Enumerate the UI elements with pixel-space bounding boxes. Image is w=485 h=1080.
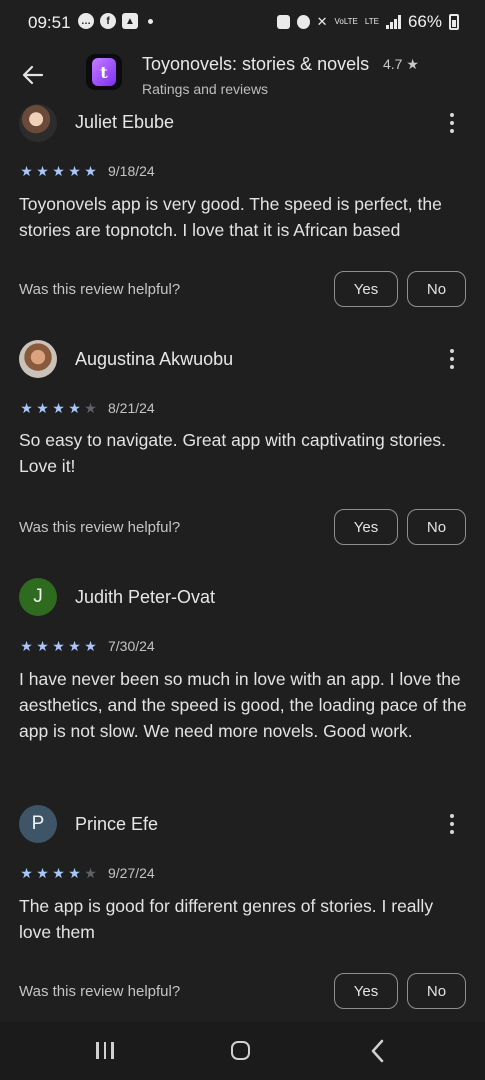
review-date: 9/27/24 (108, 865, 155, 881)
helpful-question: Was this review helpful? (19, 519, 181, 536)
helpful-row: Was this review helpful? Yes No (0, 973, 485, 1011)
star-icon: ★ (68, 400, 81, 416)
gallery-icon: ▲ (122, 13, 138, 29)
review-header: Juliet Ebube (0, 104, 485, 144)
facebook-icon: f (100, 13, 116, 29)
mute-icon: ✕ (316, 14, 328, 29)
back-nav-button[interactable] (366, 1038, 390, 1064)
review-text: Toyonovels app is very good. The speed i… (19, 194, 442, 240)
star-icon: ★ (20, 400, 33, 416)
status-bar: 09:51 … f ▲ ✕ VoLTE LTE 66% (0, 0, 485, 44)
star-icon: ★ (36, 400, 49, 416)
review-date: 7/30/24 (108, 638, 155, 654)
review-header: Augustina Akwuobu (0, 340, 485, 380)
review-text: So easy to navigate. Great app with capt… (19, 430, 447, 476)
review-meta: ★ ★ ★ ★ ★ 9/27/24 (19, 863, 155, 883)
avatar: P (19, 805, 57, 843)
star-icon: ★ (36, 163, 49, 179)
review-date: 8/21/24 (108, 400, 155, 416)
review-text: I have never been so much in love with a… (19, 669, 467, 741)
more-options-button[interactable] (440, 809, 464, 839)
system-nav-bar (0, 1022, 485, 1080)
page-subtitle: Ratings and reviews (142, 81, 269, 97)
review-text: The app is good for different genres of … (19, 896, 434, 942)
review-meta: ★ ★ ★ ★ ★ 8/21/24 (19, 398, 155, 418)
star-icon: ★ (52, 865, 65, 881)
helpful-row: Was this review helpful? Yes No (0, 271, 485, 309)
helpful-yes-button[interactable]: Yes (334, 509, 398, 545)
star-icon: ★ (68, 638, 81, 654)
star-rating: ★ ★ ★ ★ ★ (19, 401, 98, 415)
star-icon: ★ (84, 400, 97, 416)
app-title: Toyonovels: stories & novels (142, 54, 370, 74)
signal-icon (385, 15, 401, 29)
arrow-left-icon (22, 65, 44, 85)
star-icon: ★ (52, 638, 65, 654)
star-icon: ★ (20, 865, 33, 881)
notification-icons: … f ▲ (78, 13, 153, 29)
helpful-no-button[interactable]: No (407, 973, 466, 1009)
star-icon: ★ (20, 638, 33, 654)
star-icon: ★ (84, 865, 97, 881)
app-icon-letter: t (92, 58, 116, 86)
helpful-no-button[interactable]: No (407, 271, 466, 307)
star-rating: ★ ★ ★ ★ ★ (19, 164, 98, 178)
helpful-question: Was this review helpful? (19, 983, 181, 1000)
star-icon: ★ (52, 163, 65, 179)
home-button[interactable] (231, 1041, 250, 1060)
recent-apps-button[interactable] (96, 1042, 114, 1059)
alarm-icon (296, 15, 310, 29)
review-header: P Prince Efe (0, 805, 485, 845)
app-rating: 4.7 ★ (383, 56, 419, 72)
review-meta: ★ ★ ★ ★ ★ 9/18/24 (19, 161, 155, 181)
more-notifications-icon (148, 18, 153, 24)
star-icon: ★ (84, 163, 97, 179)
messenger-icon: … (78, 13, 94, 29)
review-date: 9/18/24 (108, 163, 155, 179)
more-options-button[interactable] (440, 344, 464, 374)
nfc-icon (276, 15, 290, 29)
review-meta: ★ ★ ★ ★ ★ 7/30/24 (19, 636, 155, 656)
back-button[interactable] (16, 58, 50, 92)
app-icon: t (86, 54, 122, 90)
lte-indicator: LTE (364, 17, 379, 26)
helpful-row: Was this review helpful? Yes No (0, 509, 485, 547)
helpful-no-button[interactable]: No (407, 509, 466, 545)
reviewer-name: Prince Efe (75, 814, 159, 834)
helpful-question: Was this review helpful? (19, 281, 181, 298)
star-icon: ★ (84, 638, 97, 654)
reviews-list[interactable]: Juliet Ebube ★ ★ ★ ★ ★ 9/18/24 Toyonovels ap… (0, 104, 485, 1022)
battery-percent: 66% (407, 12, 442, 31)
review-header: J Judith Peter-Ovat (0, 578, 485, 618)
star-icon: ★ (36, 865, 49, 881)
star-icon: ★ (68, 163, 81, 179)
reviewer-name: Judith Peter-Ovat (75, 587, 216, 607)
star-icon: ★ (36, 638, 49, 654)
reviewer-name: Juliet Ebube (75, 112, 175, 132)
helpful-yes-button[interactable]: Yes (334, 271, 398, 307)
status-time: 09:51 (28, 13, 71, 32)
star-icon: ★ (52, 400, 65, 416)
star-icon: ★ (20, 163, 33, 179)
star-icon: ★ (68, 865, 81, 881)
star-rating: ★ ★ ★ ★ ★ (19, 866, 98, 880)
app-bar: t Toyonovels: stories & novels 4.7 ★ Rat… (0, 44, 485, 104)
reviewer-name: Augustina Akwuobu (75, 349, 234, 369)
star-rating: ★ ★ ★ ★ ★ (19, 639, 98, 653)
avatar: J (19, 578, 57, 616)
system-icons: ✕ VoLTE LTE 66% (276, 12, 459, 32)
more-options-button[interactable] (440, 108, 464, 138)
volte-indicator: VoLTE (334, 17, 358, 26)
avatar (19, 340, 57, 378)
avatar (19, 104, 57, 142)
helpful-yes-button[interactable]: Yes (334, 973, 398, 1009)
battery-icon (449, 14, 459, 30)
